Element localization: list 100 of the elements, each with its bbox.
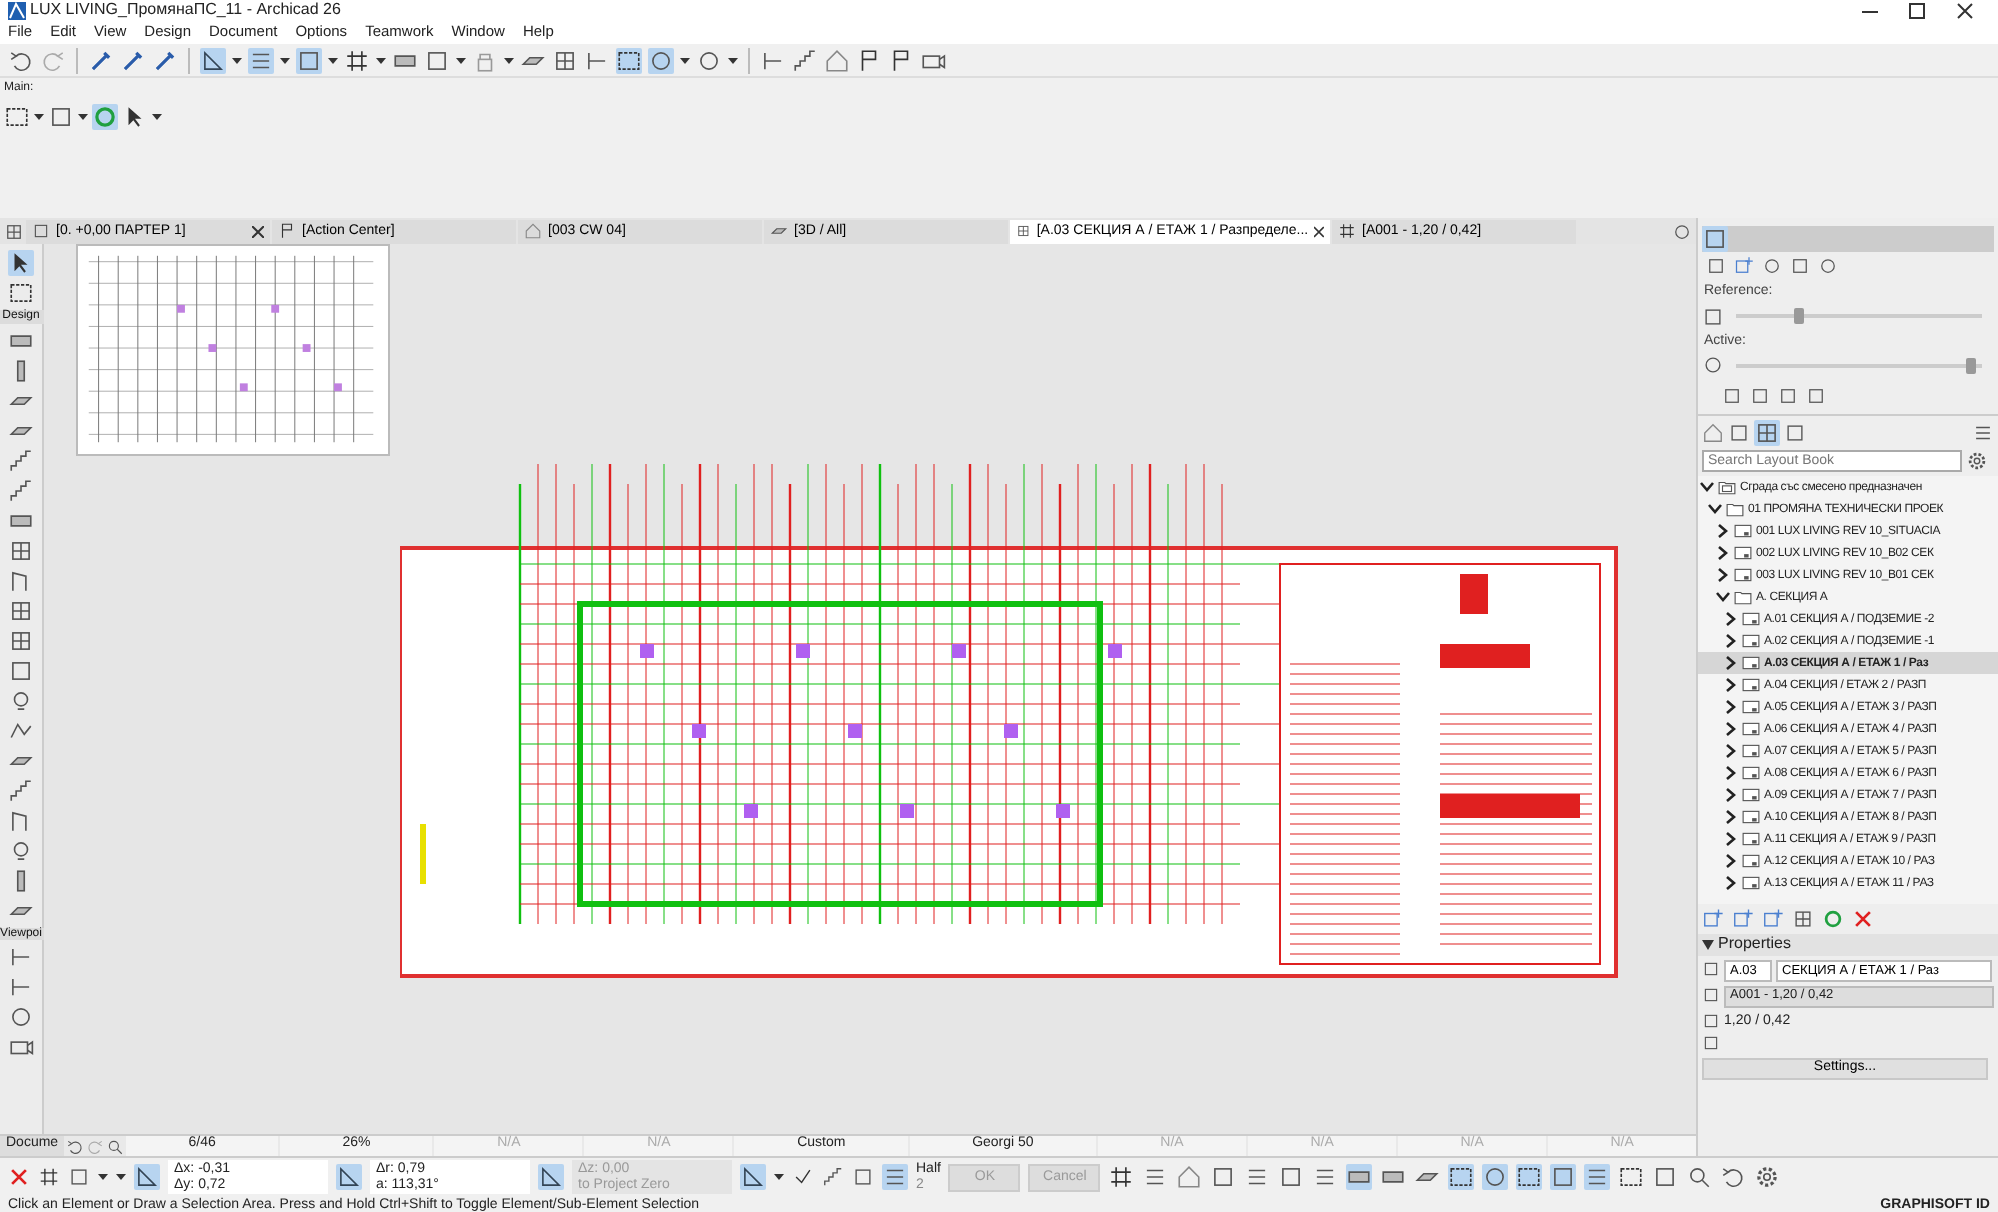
rectangle-icon[interactable]	[68, 1166, 90, 1188]
chevron-right-icon[interactable]	[1724, 678, 1738, 693]
grid-icon[interactable]	[344, 47, 370, 73]
eyedropper-icon[interactable]	[152, 47, 178, 73]
chevron-right-icon[interactable]	[1724, 876, 1738, 891]
chevron-right-icon[interactable]	[1724, 722, 1738, 737]
rect-icon[interactable]	[1652, 1164, 1679, 1190]
undo-icon[interactable]	[1720, 1164, 1747, 1190]
lines-icon[interactable]	[1142, 1164, 1169, 1190]
rectangle-icon[interactable]	[852, 1166, 874, 1188]
view-icon	[524, 222, 542, 240]
square-icon[interactable]	[1702, 305, 1724, 328]
house-icon[interactable]	[1176, 1164, 1203, 1190]
undo-icon[interactable]	[66, 1137, 85, 1155]
chevron-down-icon[interactable]	[1700, 480, 1714, 495]
new-layout-icon[interactable]	[1702, 908, 1724, 931]
view-icon	[278, 222, 296, 240]
stair-icon[interactable]	[8, 477, 34, 504]
circle-icon[interactable]	[8, 1004, 34, 1031]
circle-icon[interactable]	[696, 47, 722, 73]
folder-icon	[1726, 500, 1744, 519]
stair-icon[interactable]	[8, 777, 34, 804]
selection-icon[interactable]	[4, 103, 30, 130]
circle-icon[interactable]	[648, 47, 674, 73]
lamp-icon[interactable]	[8, 837, 34, 864]
rect-icon[interactable]	[8, 657, 34, 684]
undo-icon[interactable]	[8, 47, 34, 73]
chevron-right-icon[interactable]	[1724, 810, 1738, 825]
chevron-right-icon[interactable]	[1724, 788, 1738, 803]
marquee-icon[interactable]	[1618, 1164, 1645, 1190]
layout-book-icon[interactable]	[1754, 420, 1780, 447]
rect-icon[interactable]	[1550, 1164, 1577, 1190]
rect-icon[interactable]	[1210, 1164, 1237, 1190]
delete-icon[interactable]	[1852, 908, 1874, 931]
chevron-right-icon[interactable]	[1724, 766, 1738, 781]
add-icon[interactable]	[1734, 256, 1754, 276]
lines-icon[interactable]	[1244, 1164, 1271, 1190]
list-icon[interactable]	[1972, 422, 1994, 445]
chevron-right-icon[interactable]	[1724, 854, 1738, 869]
grid-icon[interactable]	[38, 1166, 60, 1188]
slider-thumb[interactable]	[1793, 308, 1804, 325]
stair-icon[interactable]	[822, 1166, 844, 1188]
chevron-right-icon[interactable]	[1724, 744, 1738, 759]
close-icon[interactable]	[1314, 225, 1324, 237]
slider-thumb[interactable]	[1965, 357, 1976, 374]
triangle-icon[interactable]	[538, 1164, 564, 1190]
rectangle-icon[interactable]	[48, 103, 74, 130]
chevron-right-icon[interactable]	[1716, 568, 1730, 583]
chevron-right-icon[interactable]	[1724, 832, 1738, 847]
chevron-down-icon[interactable]	[1716, 590, 1730, 605]
view-icon	[770, 222, 788, 240]
flag-icon[interactable]	[888, 47, 914, 73]
triangle-icon[interactable]	[134, 1164, 160, 1190]
grid-icon[interactable]	[1108, 1164, 1135, 1190]
zoom-icon[interactable]	[106, 1137, 125, 1155]
triangle-icon[interactable]	[740, 1164, 766, 1190]
chevron-right-icon[interactable]	[1716, 546, 1730, 561]
chevron-right-icon[interactable]	[1724, 700, 1738, 715]
stair-icon[interactable]	[792, 47, 818, 73]
lamp-icon[interactable]	[8, 687, 34, 714]
chevron-right-icon[interactable]	[1724, 612, 1738, 627]
gear-icon[interactable]	[1754, 1164, 1781, 1190]
zoom-icon[interactable]	[1686, 1164, 1713, 1190]
settings-icon[interactable]	[1966, 450, 1988, 473]
eyedropper-icon[interactable]	[120, 47, 146, 73]
wall-icon[interactable]	[1346, 1164, 1373, 1190]
chevron-right-icon[interactable]	[1716, 524, 1730, 539]
chevron-right-icon[interactable]	[1724, 656, 1738, 671]
stair-icon[interactable]	[8, 447, 34, 474]
marquee-icon[interactable]	[1448, 1164, 1475, 1190]
new-folder-icon[interactable]	[1732, 908, 1754, 931]
window-icon[interactable]	[8, 597, 34, 624]
eyedropper-icon[interactable]	[88, 47, 114, 73]
close-icon[interactable]	[252, 225, 264, 237]
arrow-pointer-icon[interactable]	[8, 250, 34, 276]
caret-down-icon[interactable]	[1702, 940, 1714, 951]
circle-icon[interactable]	[1482, 1164, 1509, 1190]
window-icon[interactable]	[8, 627, 34, 654]
lines-icon[interactable]	[1312, 1164, 1339, 1190]
triangle-icon[interactable]	[336, 1164, 362, 1190]
layout-grid-icon[interactable]	[4, 221, 24, 241]
triangle-icon[interactable]	[200, 47, 226, 73]
lines-icon[interactable]	[882, 1164, 908, 1190]
lines-icon[interactable]	[1584, 1164, 1611, 1190]
flag-icon[interactable]	[856, 47, 882, 73]
chevron-right-icon[interactable]	[1724, 634, 1738, 649]
window-icon[interactable]	[1792, 908, 1814, 931]
mesh-icon[interactable]	[8, 717, 34, 744]
marquee-icon[interactable]	[1516, 1164, 1543, 1190]
layout-sheet-drawing[interactable]	[400, 464, 1620, 984]
rect-icon[interactable]	[1278, 1164, 1305, 1190]
rectangle-icon[interactable]	[424, 47, 450, 73]
properties-header[interactable]: Properties	[1698, 934, 1998, 957]
marquee-icon[interactable]	[8, 280, 34, 306]
chevron-down-icon[interactable]	[1708, 502, 1722, 517]
window-icon[interactable]	[552, 47, 578, 73]
check-icon[interactable]	[792, 1166, 814, 1188]
window-icon[interactable]	[8, 537, 34, 564]
new-subset-icon[interactable]	[1762, 908, 1784, 931]
house-icon[interactable]	[1702, 422, 1724, 445]
